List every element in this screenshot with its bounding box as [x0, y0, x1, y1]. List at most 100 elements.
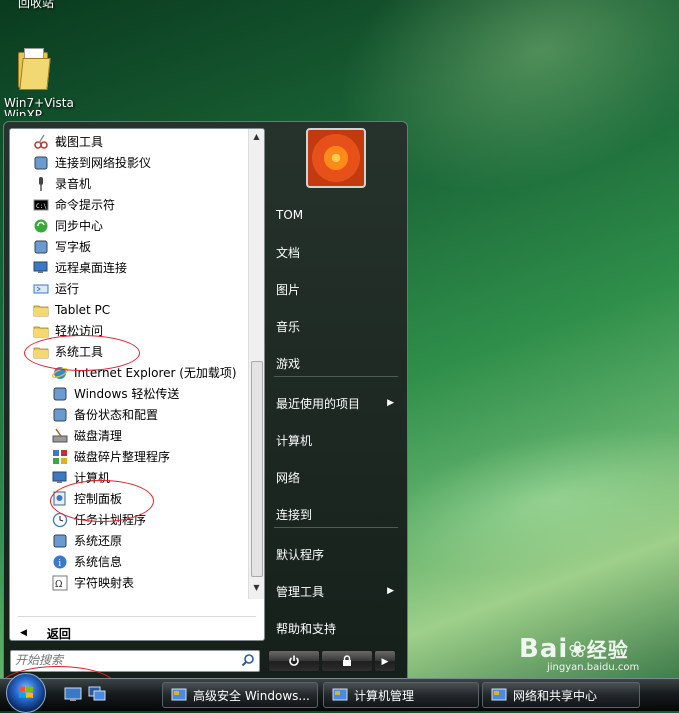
folder-icon	[33, 323, 49, 339]
search-icon[interactable]	[241, 653, 255, 667]
program-item[interactable]: Tablet PC	[10, 299, 248, 320]
program-item-label: Tablet PC	[55, 302, 111, 317]
user-name-link[interactable]: TOM	[276, 200, 398, 230]
program-item[interactable]: C:\ 命令提示符	[10, 194, 248, 215]
start-menu-link[interactable]: 网络	[276, 462, 398, 492]
program-item[interactable]: 备份状态和配置	[10, 404, 248, 425]
program-item[interactable]: 磁盘清理	[10, 425, 248, 446]
start-menu-link-label: 帮助和支持	[276, 621, 337, 636]
program-item[interactable]: 录音机	[10, 173, 248, 194]
start-menu-link[interactable]: 默认程序	[276, 539, 398, 569]
program-item[interactable]: 远程桌面连接	[10, 257, 248, 278]
program-item[interactable]: i 系统信息	[10, 551, 248, 572]
program-item[interactable]: 计算机	[10, 467, 248, 488]
chevron-right-icon: ▶	[387, 586, 394, 596]
start-button[interactable]	[6, 673, 46, 713]
program-item[interactable]: Windows 轻松传送	[10, 383, 248, 404]
start-menu-link-label: 音乐	[276, 319, 301, 334]
start-menu-link-label: 连接到	[276, 507, 313, 522]
program-item-label: 磁盘碎片整理程序	[74, 450, 171, 464]
switch-windows-icon[interactable]	[88, 686, 106, 702]
program-item[interactable]: 运行	[10, 278, 248, 299]
start-menu-link-label: 文档	[276, 245, 301, 260]
start-menu-link-label: 默认程序	[276, 547, 325, 562]
program-item-label: 录音机	[55, 177, 92, 191]
power-button[interactable]	[268, 650, 320, 672]
program-item-label: 运行	[55, 282, 80, 296]
shutdown-options-button[interactable]: ▶	[374, 650, 396, 672]
program-item[interactable]: 截图工具	[10, 131, 248, 152]
program-item-label: 命令提示符	[55, 198, 116, 212]
start-menu-link[interactable]: 图片	[276, 274, 398, 304]
system-restore-icon	[52, 533, 68, 549]
snipping-tool-icon	[33, 134, 49, 150]
computer-management-icon	[332, 687, 348, 703]
program-item[interactable]: 同步中心	[10, 215, 248, 236]
start-menu-link-label: 网络	[276, 470, 301, 485]
program-item[interactable]: 系统工具	[10, 341, 248, 362]
defragmenter-icon	[52, 449, 68, 465]
program-item-label: 系统信息	[74, 555, 123, 569]
program-item[interactable]: 轻松访问	[10, 320, 248, 341]
start-menu-link-label: 管理工具	[276, 584, 325, 599]
program-item-label: 任务计划程序	[74, 513, 147, 527]
lock-button[interactable]	[321, 650, 373, 672]
scroll-up-arrow-icon[interactable]: ▲	[249, 129, 264, 144]
windows-logo-icon	[19, 686, 33, 698]
program-item-label: 写字板	[55, 240, 92, 254]
scrollbar[interactable]: ▲ ▼	[248, 129, 264, 599]
start-menu-link[interactable]: 文档	[276, 237, 398, 267]
back-button[interactable]: ◀ 返回	[20, 623, 71, 641]
wordpad-icon	[33, 239, 49, 255]
chevron-right-icon: ▶	[387, 398, 394, 408]
scrollbar-thumb[interactable]	[251, 361, 263, 577]
start-search-box[interactable]	[10, 650, 260, 672]
taskbar-window-button[interactable]: 高级安全 Windows...	[162, 682, 318, 708]
power-controls: ▶	[268, 650, 396, 672]
taskbar-window-button[interactable]: 计算机管理	[323, 682, 479, 708]
program-item-label: 轻松访问	[55, 324, 104, 338]
network-sharing-icon	[491, 687, 507, 703]
show-desktop-icon[interactable]	[64, 686, 82, 702]
program-item[interactable]: 控制面板	[10, 488, 248, 509]
program-item-label: 系统还原	[74, 534, 123, 548]
power-icon	[289, 655, 299, 666]
run-icon	[33, 281, 49, 297]
program-item[interactable]: 连接到网络投影仪	[10, 152, 248, 173]
program-item[interactable]: 任务计划程序	[10, 509, 248, 530]
start-menu-link[interactable]: 最近使用的项目 ▶	[276, 388, 398, 418]
divider	[18, 616, 256, 617]
task-scheduler-icon	[52, 512, 68, 528]
character-map-icon: Ω	[52, 575, 68, 591]
taskbar: 高级安全 Windows... 计算机管理 网络和共享中心	[0, 673, 679, 713]
taskbar-window-button[interactable]: 网络和共享中心	[482, 682, 640, 708]
search-input[interactable]	[11, 651, 235, 669]
start-menu-link-label: 最近使用的项目	[276, 396, 361, 411]
start-menu-link-label: 计算机	[276, 433, 313, 448]
program-item[interactable]: 写字板	[10, 236, 248, 257]
program-item-label: 字符映射表	[74, 576, 135, 590]
microphone-icon	[33, 176, 49, 192]
program-item[interactable]: 磁盘碎片整理程序	[10, 446, 248, 467]
program-item-label: Internet Explorer (无加载项)	[74, 366, 237, 380]
start-menu-link[interactable]: 游戏	[276, 348, 398, 378]
chevron-right-icon: ▶	[381, 657, 389, 667]
program-item[interactable]: Ω 字符映射表	[10, 572, 248, 593]
start-menu-link[interactable]: 连接到	[276, 499, 398, 529]
folder-icon	[18, 48, 51, 90]
user-avatar[interactable]	[306, 128, 366, 188]
folder-shortcut[interactable]: Win7+Vista WinXP	[4, 48, 74, 116]
start-menu-link[interactable]: 计算机	[276, 425, 398, 455]
control-panel-icon	[52, 491, 68, 507]
svg-text:i: i	[58, 559, 61, 569]
scroll-down-arrow-icon[interactable]: ▼	[249, 580, 264, 595]
program-item-label: 远程桌面连接	[55, 261, 128, 275]
program-item[interactable]: 系统还原	[10, 530, 248, 551]
start-menu-link[interactable]: 音乐	[276, 311, 398, 341]
easy-transfer-icon	[52, 386, 68, 402]
start-menu-link[interactable]: 帮助和支持	[276, 613, 398, 643]
program-item-label: 截图工具	[55, 135, 104, 149]
recycle-bin-shortcut[interactable]: 回收站	[18, 0, 54, 11]
program-item[interactable]: Internet Explorer (无加载项)	[10, 362, 248, 383]
start-menu-link[interactable]: 管理工具 ▶	[276, 576, 398, 606]
